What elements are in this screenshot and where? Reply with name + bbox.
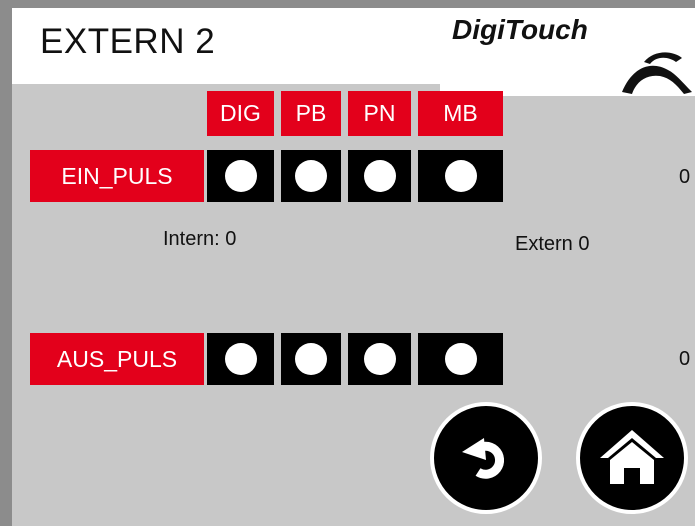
lamp-aus-pb [281, 333, 341, 385]
lamp-ein-dig [207, 150, 274, 202]
row-label-ein-puls: EIN_PULS [30, 150, 204, 202]
back-arrow-icon [462, 438, 505, 479]
lamp-dot [444, 343, 477, 375]
logo-swirl-icon [622, 52, 692, 94]
lamp-aus-mb [418, 333, 503, 385]
page-title: EXTERN 2 [40, 22, 216, 61]
lamp-dot [363, 343, 396, 375]
lamp-ein-pn [348, 150, 411, 202]
lamp-dot [224, 160, 257, 192]
lamp-dot [444, 160, 477, 192]
logo: DigiTouch [440, 8, 695, 96]
column-header-dig: DIG [207, 91, 274, 136]
screen: EXTERN 2 DigiTouch DIG PB PN MB EIN_PULS… [0, 0, 695, 526]
logo-text: DigiTouch [452, 14, 588, 45]
home-icon [600, 430, 664, 484]
intern-counter: Intern: 0 [163, 228, 237, 250]
lamp-aus-dig [207, 333, 274, 385]
lamp-dot [295, 160, 327, 192]
home-button[interactable] [576, 402, 688, 514]
frame-top-border [0, 0, 695, 8]
aus-puls-value: 0 [679, 348, 691, 370]
lamp-ein-pb [281, 150, 341, 202]
column-header-pb: PB [281, 91, 341, 136]
lamp-dot [363, 160, 396, 192]
row-label-aus-puls: AUS_PULS [30, 333, 204, 385]
ein-puls-value: 0 [679, 166, 691, 188]
title-bar: EXTERN 2 [12, 8, 440, 84]
lamp-aus-pn [348, 333, 411, 385]
frame-left-border [0, 0, 12, 526]
column-header-pn: PN [348, 91, 411, 136]
extern-counter: Extern 0 [515, 233, 590, 255]
back-button[interactable] [430, 402, 542, 514]
lamp-dot [224, 343, 257, 375]
column-header-mb: MB [418, 91, 503, 136]
lamp-dot [295, 343, 327, 375]
lamp-ein-mb [418, 150, 503, 202]
